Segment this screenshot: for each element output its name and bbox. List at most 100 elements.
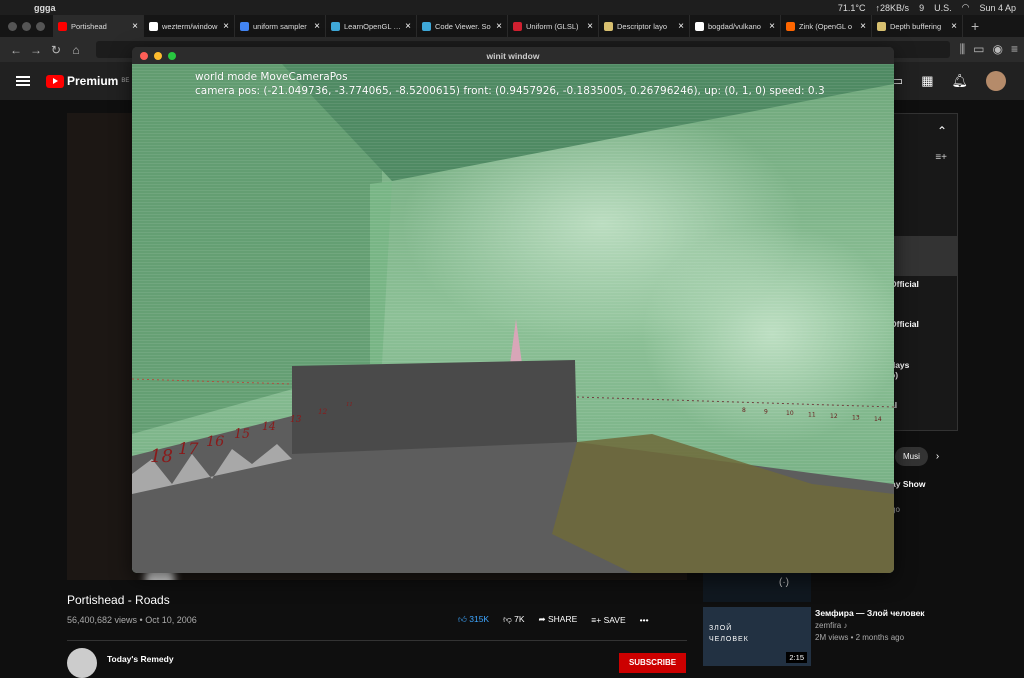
app-menu-name[interactable]: ggga — [34, 3, 56, 13]
more-actions-button[interactable]: ••• — [640, 615, 649, 625]
tab-close-icon[interactable]: × — [769, 21, 775, 32]
chevron-right-icon[interactable]: › — [936, 451, 939, 462]
clock[interactable]: Sun 4 Ap — [979, 3, 1016, 13]
browser-tab[interactable]: LearnOpenGL - S × — [326, 15, 417, 37]
channel-avatar[interactable] — [67, 648, 97, 678]
divider — [67, 640, 687, 641]
account-icon[interactable]: ◉ — [993, 42, 1003, 57]
axis-tick-label: 14 — [262, 420, 276, 433]
status-items: 71.1°C ↑28KB/s 9 U.S. ◠ Sun 4 Ap — [838, 2, 1016, 13]
tab-favicon-icon — [877, 21, 886, 31]
chevron-up-icon[interactable]: ⌃ — [937, 124, 947, 138]
browser-tab[interactable]: Portishead × — [53, 15, 144, 37]
axis-tick-label: 17 — [178, 439, 199, 458]
tab-title: Descriptor layo — [617, 21, 668, 31]
recommendation-title[interactable]: Земфира — Злой человек — [815, 608, 925, 618]
thumbnail-caption: ЗЛОЙ — [709, 625, 733, 632]
badge-count[interactable]: 9 — [919, 3, 924, 13]
browser-tab[interactable]: Depth buffering × — [872, 15, 963, 37]
hud-mode-line: world mode MoveCameraPos — [195, 71, 348, 83]
save-label: SAVE — [603, 614, 626, 625]
close-window-button[interactable] — [8, 21, 17, 31]
tab-title: Code Viewer. So — [435, 21, 491, 31]
tab-close-icon[interactable]: × — [132, 21, 138, 32]
tab-title: Zink (OpenGL o — [799, 21, 853, 31]
browser-tab[interactable]: Uniform (GLSL) × — [508, 15, 599, 37]
minimize-window-button[interactable] — [22, 21, 31, 31]
channel-name[interactable]: Today's Remedy — [107, 654, 174, 664]
network-status[interactable]: ↑28KB/s — [876, 3, 910, 13]
axis-tick-label: 8 — [742, 407, 746, 414]
tab-title: wezterm/window — [162, 21, 218, 31]
subscribe-button[interactable]: SUBSCRIBE — [619, 653, 686, 673]
debug-hud: world mode MoveCameraPos camera pos: (-2… — [195, 70, 825, 98]
tab-close-icon[interactable]: × — [678, 21, 684, 32]
browser-tab[interactable]: uniform sampler × — [235, 15, 326, 37]
winit-window: winit window 18 17 16 15 14 13 12 11 8 9… — [132, 47, 894, 573]
menu-icon[interactable]: ≡ — [1011, 42, 1018, 57]
recommendation-thumbnail[interactable]: ЗЛОЙ ЧЕЛОВЕК 2:15 — [703, 607, 811, 666]
axis-tick-label: 10 — [786, 410, 794, 417]
library-icon[interactable]: ⫼ — [960, 42, 966, 57]
youtube-brand-text: Premium — [67, 74, 119, 88]
playlist-item[interactable]: Official — [890, 279, 919, 289]
tab-title: Depth buffering — [890, 21, 942, 31]
tab-close-icon[interactable]: × — [496, 21, 502, 32]
axis-tick-label: 14 — [874, 416, 882, 423]
browser-tab[interactable]: Code Viewer. So × — [417, 15, 508, 37]
winit-title: winit window — [486, 50, 540, 61]
tab-favicon-icon — [240, 21, 249, 31]
youtube-brand-region: BE — [121, 78, 130, 84]
browser-tab[interactable]: wezterm/window × — [144, 15, 235, 37]
dislike-count: 7K — [514, 614, 525, 624]
hamburger-menu-icon[interactable] — [16, 76, 30, 86]
tab-close-icon[interactable]: × — [860, 21, 866, 32]
browser-tab[interactable]: bogdad/vulkano × — [690, 15, 781, 37]
axis-tick-label: 11 — [346, 402, 353, 408]
browser-tab-bar: Portishead × wezterm/window × uniform sample… — [0, 15, 1024, 37]
tab-close-icon[interactable]: × — [314, 21, 320, 32]
tab-favicon-icon — [786, 21, 795, 31]
new-tab-button[interactable]: + — [963, 18, 987, 34]
tab-favicon-icon — [149, 21, 158, 31]
wifi-icon[interactable]: ◠ — [962, 2, 970, 13]
save-button[interactable]: ≡+ SAVE — [591, 615, 625, 625]
share-label: SHARE — [548, 614, 578, 624]
add-to-queue-icon[interactable]: ≡+ — [935, 152, 947, 163]
home-icon[interactable]: ⌂ — [66, 43, 86, 57]
tab-title: Uniform (GLSL) — [526, 21, 579, 31]
browser-tab[interactable]: Descriptor layo × — [599, 15, 690, 37]
tab-close-icon[interactable]: × — [951, 21, 957, 32]
notifications-bell-icon[interactable]: 🔔︎ — [951, 73, 968, 89]
winit-title-bar[interactable]: winit window — [132, 47, 894, 64]
dark-block — [292, 360, 577, 454]
like-button[interactable]: 👍︎ 315K — [458, 614, 489, 625]
user-avatar[interactable] — [986, 71, 1006, 91]
dislike-button[interactable]: 👎︎ 7K — [503, 614, 524, 625]
back-icon[interactable]: ← — [6, 43, 26, 57]
mac-menubar: ggga 71.1°C ↑28KB/s 9 U.S. ◠ Sun 4 Ap — [0, 0, 1024, 15]
tab-close-icon[interactable]: × — [587, 21, 593, 32]
recommendation-thumbnail[interactable]: (·) — [703, 572, 811, 602]
chip-music[interactable]: Musi — [895, 447, 928, 466]
tab-favicon-icon — [58, 21, 67, 31]
recommendation-channel[interactable]: zemfira ♪ — [815, 621, 847, 630]
tab-title: uniform sampler — [253, 21, 307, 31]
apps-grid-icon[interactable]: ▦ — [921, 73, 933, 89]
input-source[interactable]: U.S. — [934, 3, 952, 13]
tab-close-icon[interactable]: × — [405, 21, 411, 32]
forward-icon[interactable]: → — [26, 43, 46, 57]
filter-chips: Musi › — [895, 447, 939, 466]
browser-tab[interactable]: Zink (OpenGL o × — [781, 15, 872, 37]
playlist-item[interactable]: Official — [890, 319, 919, 329]
video-views: 56,400,682 views • Oct 10, 2006 — [67, 615, 197, 625]
youtube-logo[interactable]: Premium BE — [46, 74, 129, 88]
recommendation-title[interactable]: ay Show — [891, 479, 925, 489]
reload-icon[interactable]: ↻ — [46, 43, 66, 57]
temperature-status[interactable]: 71.1°C — [838, 3, 866, 13]
sidebar-icon[interactable]: ▭ — [973, 42, 984, 57]
zoom-window-button[interactable] — [36, 21, 45, 31]
share-button[interactable]: ➦ SHARE — [539, 614, 578, 625]
render-viewport[interactable]: 18 17 16 15 14 13 12 11 8 9 10 11 12 13 14 — [132, 64, 894, 573]
tab-close-icon[interactable]: × — [223, 21, 229, 32]
